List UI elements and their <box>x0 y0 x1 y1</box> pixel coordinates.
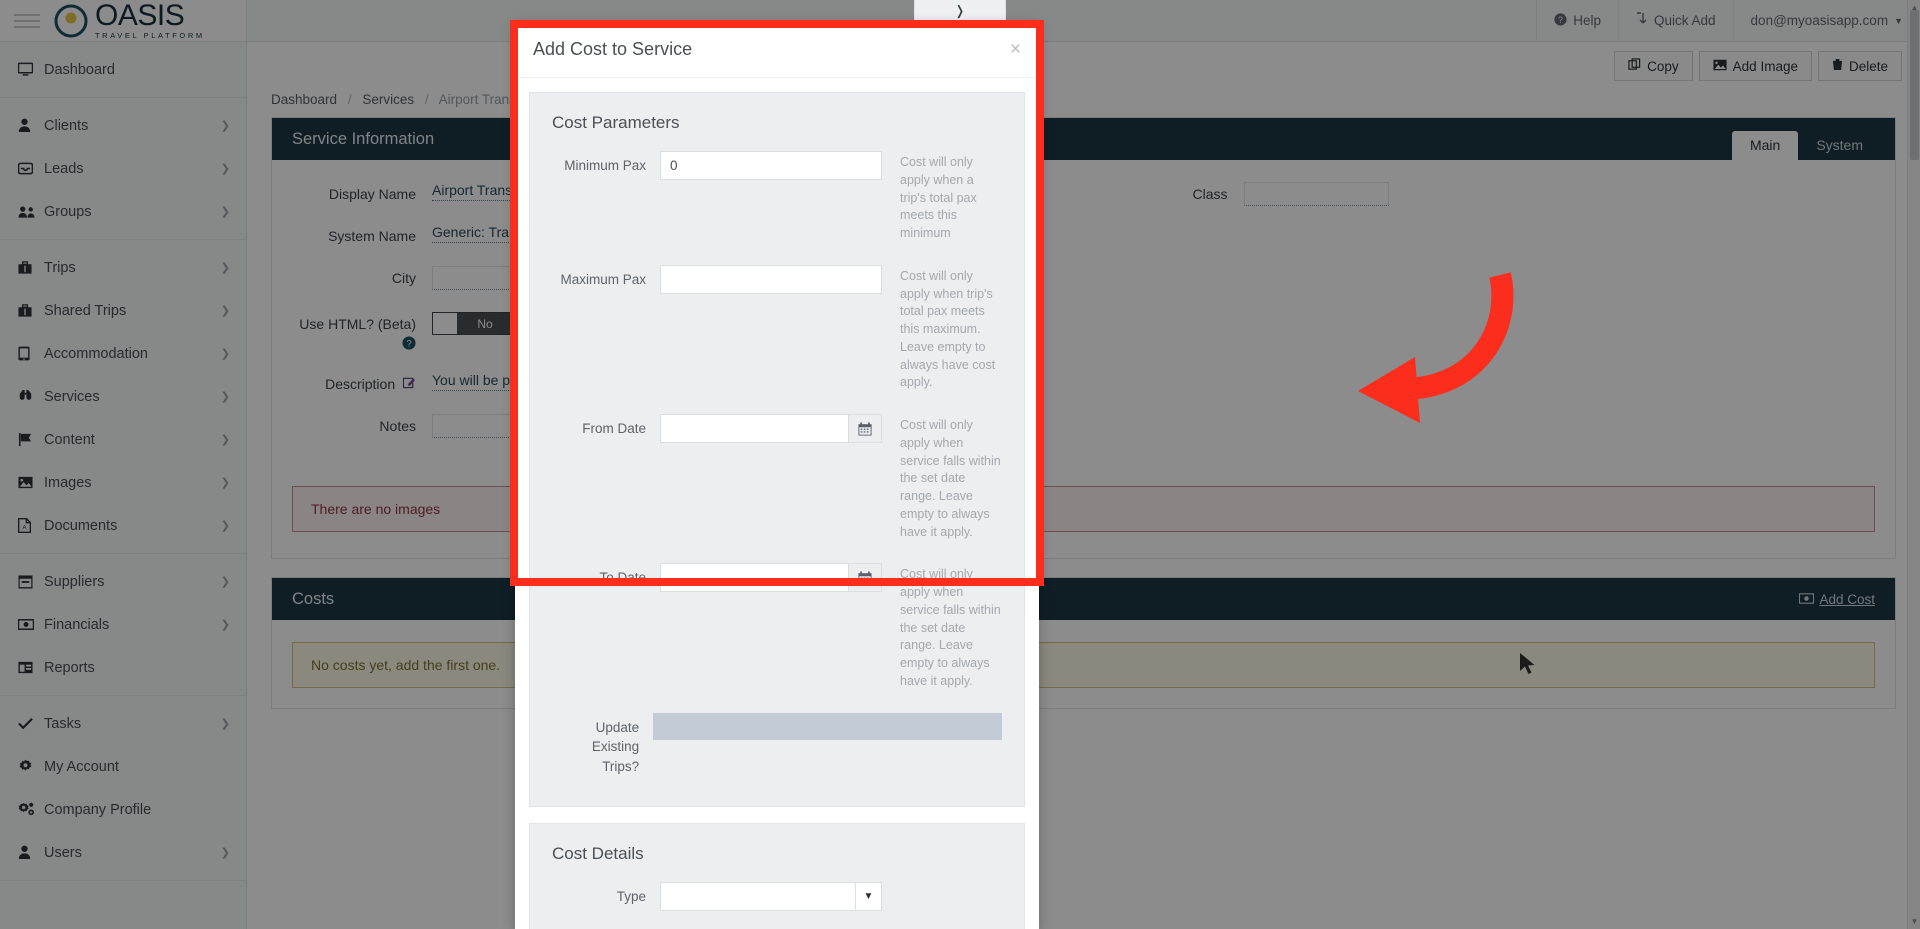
maximum-pax-field <box>660 264 882 294</box>
mouse-cursor <box>1520 653 1535 674</box>
to-date-help: Cost will only apply when service falls … <box>900 567 1001 688</box>
screen: OASIS TRAVEL PLATFORM Dashboard Clients ❯ L… <box>0 0 1920 929</box>
from-date-field <box>660 414 882 443</box>
maximum-pax-label: Maximum Pax <box>560 271 646 287</box>
row-update-existing-trips: Update Existing Trips? <box>552 712 1002 777</box>
row-to-date: To Date Cost will only apply when servic… <box>552 563 1002 690</box>
minimum-pax-help: Cost will only apply when a trip's total… <box>900 155 977 240</box>
add-cost-modal: Add Cost to Service × Cost Parameters Mi… <box>515 22 1039 929</box>
update-existing-trips-control[interactable] <box>653 712 1002 740</box>
to-date-input[interactable] <box>660 563 849 593</box>
close-icon[interactable]: × <box>1010 40 1021 59</box>
minimum-pax-input[interactable] <box>660 151 882 180</box>
update-existing-trips-label: Update Existing Trips? <box>591 719 640 774</box>
type-select-display[interactable] <box>660 882 855 912</box>
maximum-pax-input[interactable] <box>660 264 882 294</box>
calendar-icon[interactable] <box>848 414 882 443</box>
collapse-header-toggle[interactable]: ❭ <box>914 0 1006 22</box>
from-date-help: Cost will only apply when service falls … <box>900 418 1001 539</box>
cost-details-legend: Cost Details <box>552 844 644 864</box>
type-label: Type <box>616 889 646 905</box>
cost-parameters-legend: Cost Parameters <box>552 113 680 132</box>
row-from-date: From Date Cost will only apply when serv… <box>552 414 1002 541</box>
minimum-pax-label: Minimum Pax <box>564 158 646 173</box>
modal-body: Cost Parameters Minimum Pax Cost will on… <box>515 78 1039 929</box>
modal-title: Add Cost to Service <box>533 39 693 59</box>
to-date-field <box>660 563 882 593</box>
row-type: Type ▼ <box>552 882 1002 912</box>
row-minimum-pax: Minimum Pax Cost will only apply when a … <box>552 151 1002 243</box>
row-maximum-pax: Maximum Pax Cost will only apply when tr… <box>552 264 1002 392</box>
calendar-icon[interactable] <box>848 563 882 593</box>
from-date-label: From Date <box>582 421 646 436</box>
type-field: ▼ <box>660 882 882 912</box>
maximum-pax-help: Cost will only apply when trip's total p… <box>900 268 996 390</box>
from-date-input[interactable] <box>660 414 849 443</box>
to-date-label: To Date <box>599 570 646 586</box>
chevron-down-icon: ❭ <box>954 2 966 18</box>
chevron-down-icon[interactable]: ▼ <box>854 882 882 912</box>
cost-parameters-fieldset: Cost Parameters Minimum Pax Cost will on… <box>529 92 1025 808</box>
modal-header: Add Cost to Service × <box>515 22 1039 78</box>
cost-details-fieldset: Cost Details Type ▼ Currency ▼ <box>529 823 1025 929</box>
minimum-pax-field <box>660 151 882 180</box>
